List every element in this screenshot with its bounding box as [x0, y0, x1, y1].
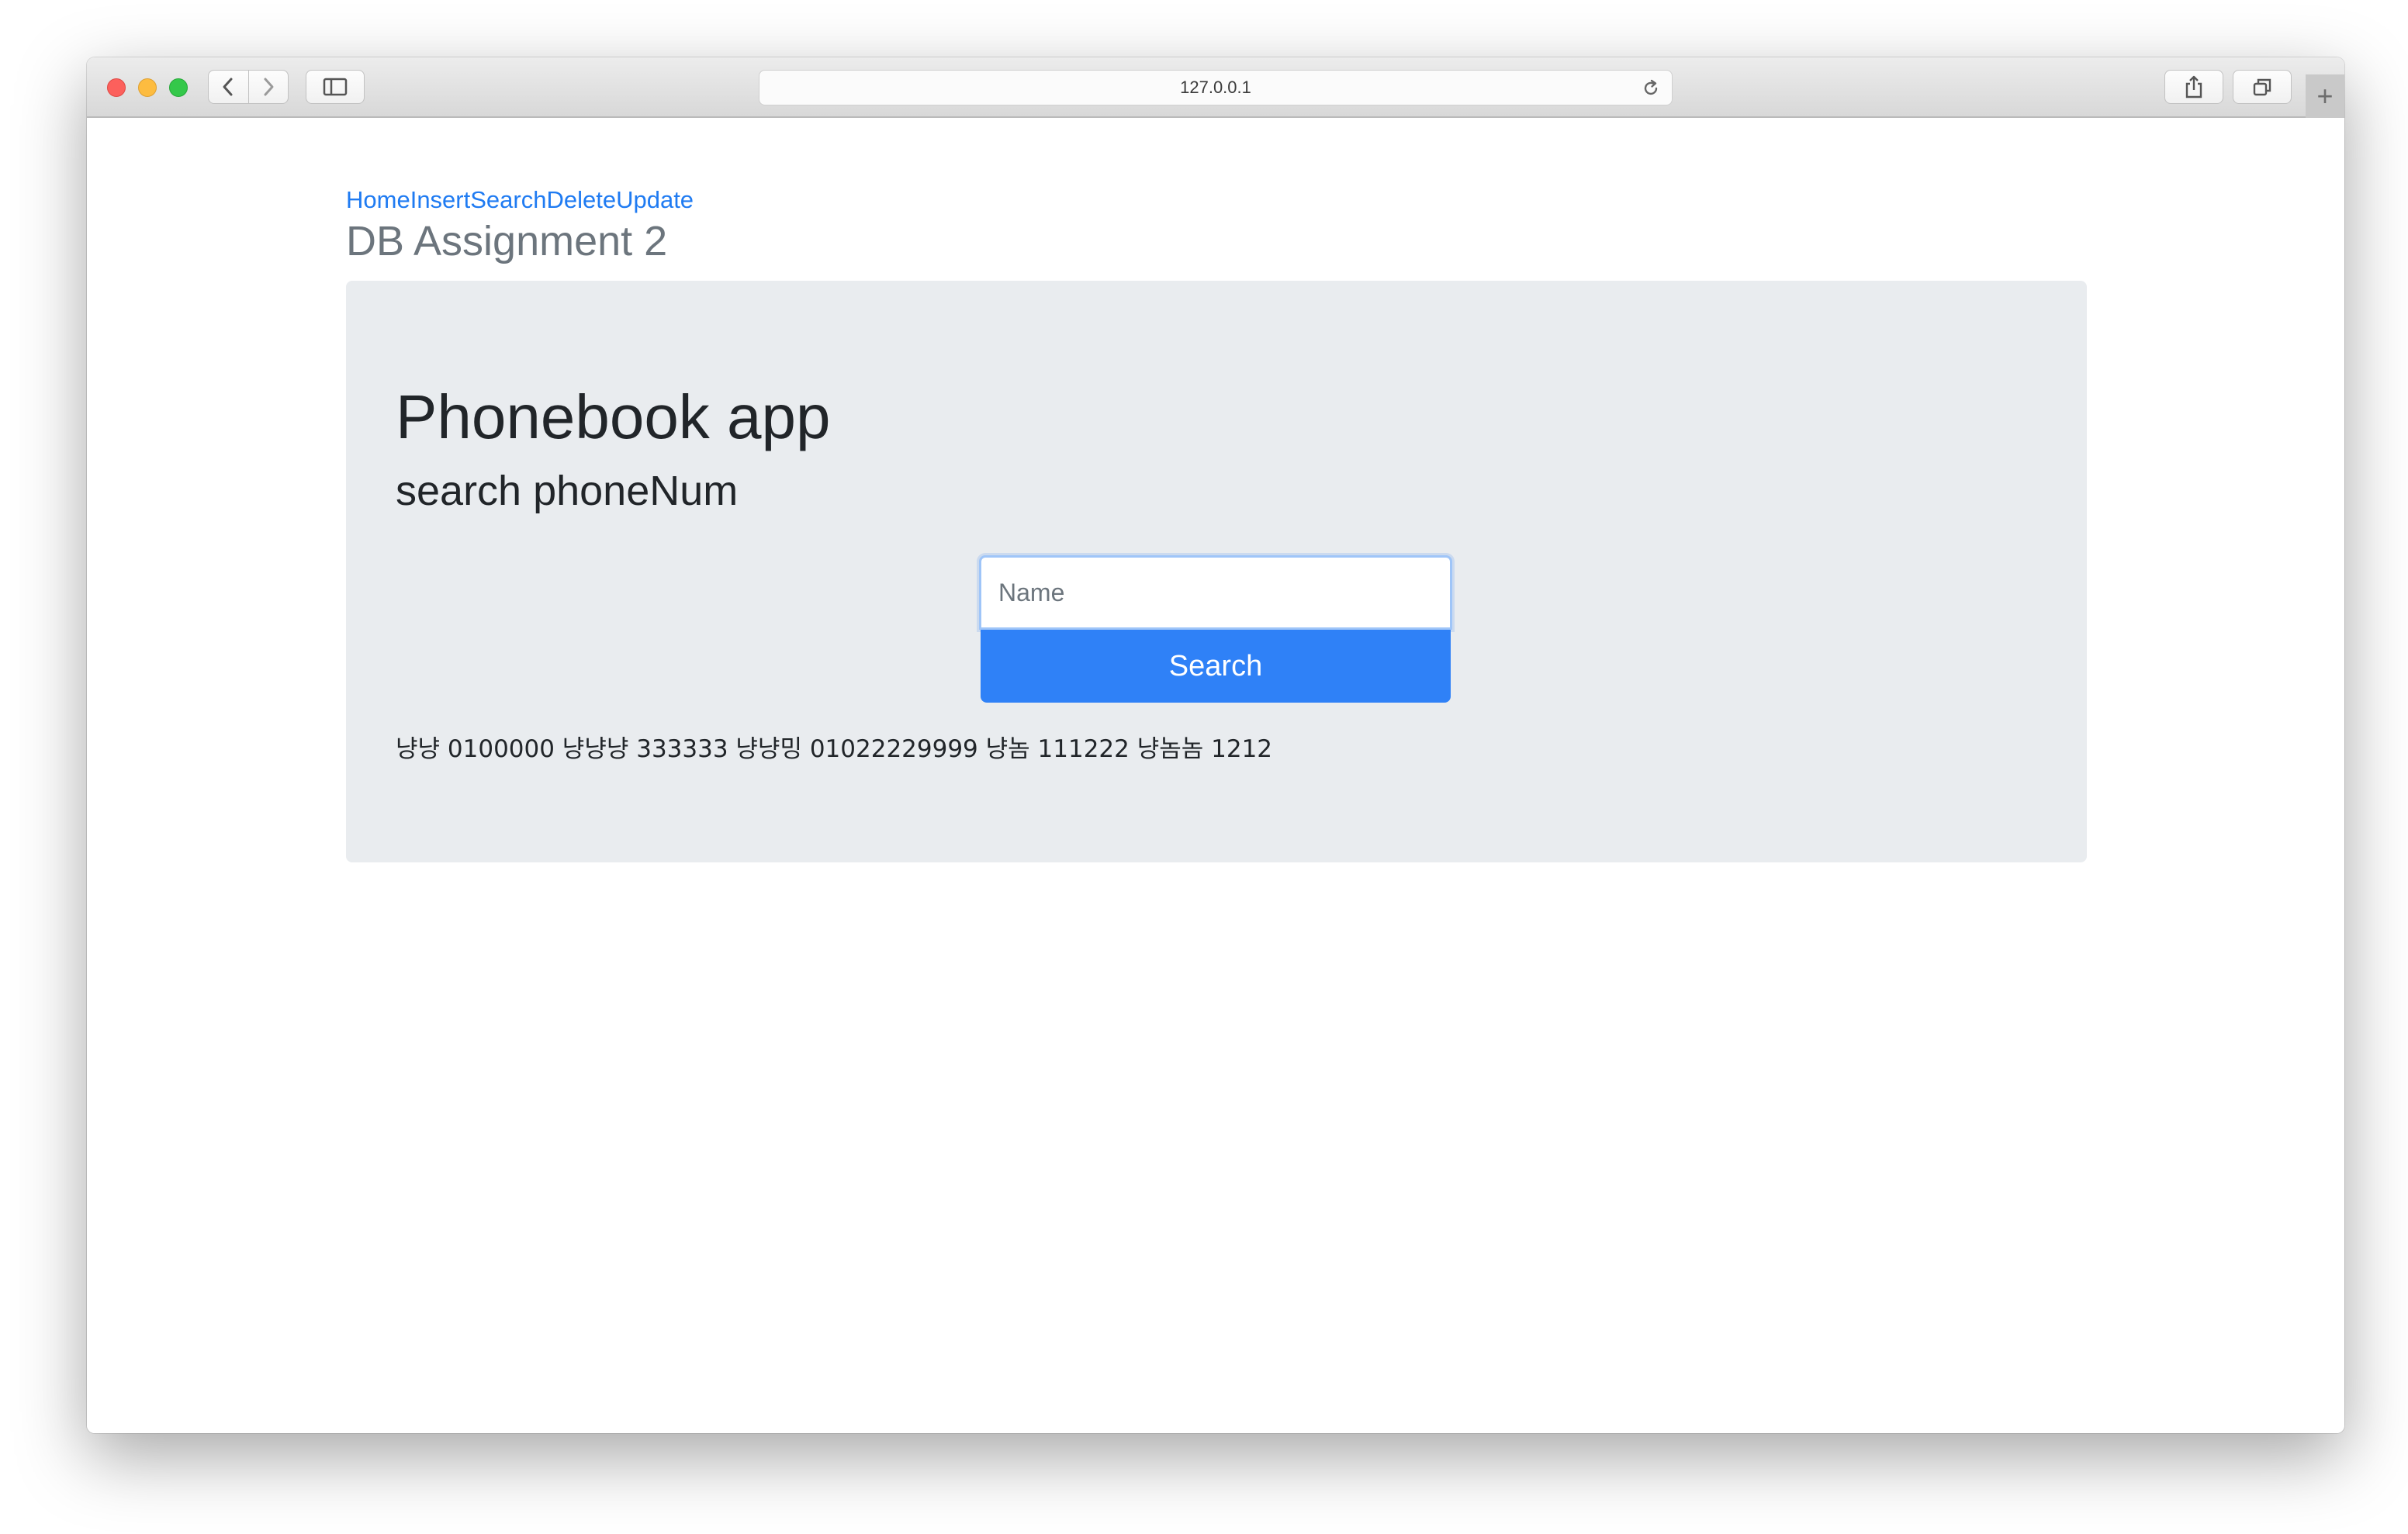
- nav-link-search[interactable]: Search: [470, 186, 546, 213]
- share-button[interactable]: [2164, 70, 2223, 104]
- search-results: 냥냥 0100000 냥냥냥 333333 냥냥밍 01022229999 냥놈…: [396, 735, 1273, 763]
- share-icon: [2185, 75, 2202, 98]
- back-button[interactable]: [209, 71, 248, 103]
- reload-icon[interactable]: [1641, 78, 1661, 98]
- plus-icon: +: [2316, 80, 2334, 112]
- name-search-input[interactable]: [979, 555, 1452, 630]
- search-button[interactable]: Search: [981, 630, 1451, 703]
- web-page: HomeInsertSearchDeleteUpdate DB Assignme…: [87, 118, 2344, 1433]
- url-text: 127.0.0.1: [1180, 78, 1251, 97]
- browser-window: 127.0.0.1 + HomeInsertSearchDeleteUpdate…: [87, 57, 2344, 1433]
- zoom-window-button[interactable]: [169, 78, 188, 97]
- jumbotron: Phonebook app search phoneNum Search 냥냥 …: [346, 281, 2087, 862]
- nav-link-delete[interactable]: Delete: [546, 186, 616, 213]
- address-bar[interactable]: 127.0.0.1: [759, 70, 1673, 105]
- sidebar-toggle-button[interactable]: [306, 70, 365, 104]
- page-subtitle: search phoneNum: [396, 468, 739, 514]
- sidebar-icon: [323, 78, 348, 96]
- browser-toolbar: 127.0.0.1 +: [87, 57, 2344, 118]
- new-tab-button[interactable]: +: [2306, 74, 2344, 118]
- page-title: Phonebook app: [396, 382, 831, 451]
- nav-link-home[interactable]: Home: [346, 186, 410, 213]
- top-nav: HomeInsertSearchDeleteUpdate: [346, 186, 694, 214]
- close-window-button[interactable]: [107, 78, 126, 97]
- site-brand: DB Assignment 2: [346, 218, 668, 264]
- history-nav-group: [208, 70, 289, 104]
- forward-button[interactable]: [247, 71, 289, 103]
- show-tabs-button[interactable]: [2233, 70, 2292, 104]
- screen: 127.0.0.1 + HomeInsertSearchDeleteUpdate…: [0, 0, 2408, 1534]
- chevron-right-icon: [264, 78, 274, 96]
- tabs-icon: [2253, 78, 2271, 96]
- chevron-left-icon: [223, 78, 233, 96]
- nav-link-insert[interactable]: Insert: [410, 186, 471, 213]
- nav-link-update[interactable]: Update: [616, 186, 694, 213]
- minimize-window-button[interactable]: [138, 78, 157, 97]
